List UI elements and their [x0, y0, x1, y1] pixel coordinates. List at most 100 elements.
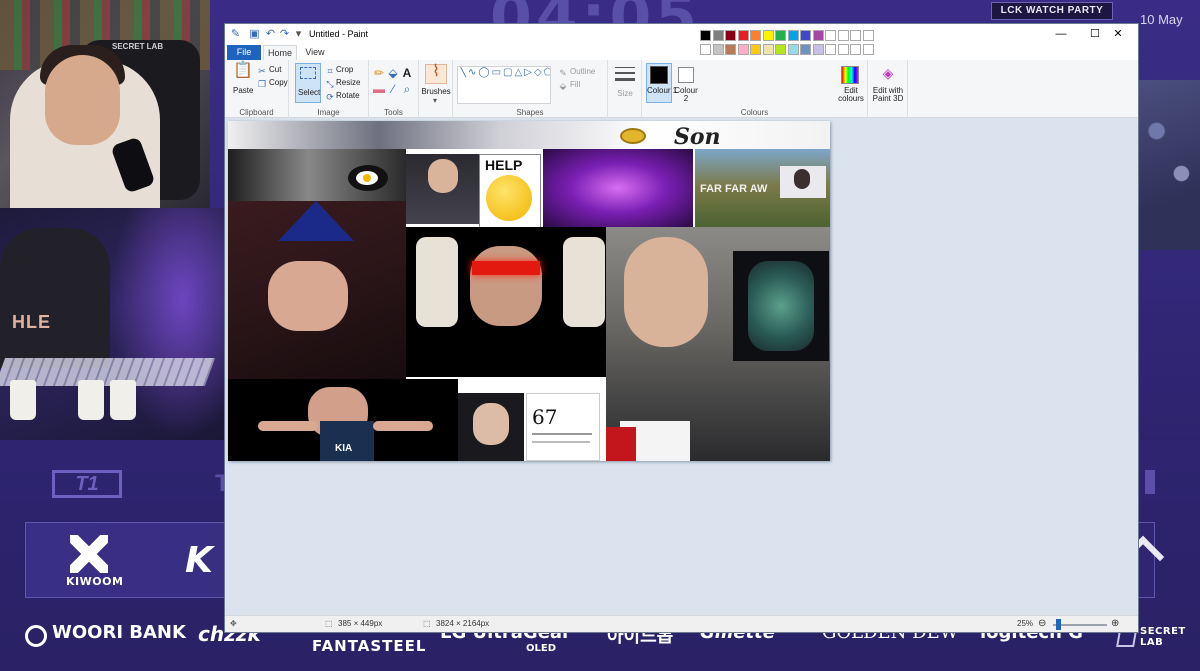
palette-swatch[interactable]: [775, 44, 786, 55]
palette-swatch[interactable]: [850, 44, 861, 55]
clipboard-group: 📋 Paste ✂ Cut ❐ Copy Clipboard: [225, 60, 289, 118]
undo-icon[interactable]: ↶: [265, 29, 276, 40]
cut-button[interactable]: Cut: [269, 65, 281, 74]
minimize-button[interactable]: —: [1044, 24, 1078, 45]
palette-swatch[interactable]: [825, 44, 836, 55]
palette-swatch[interactable]: [800, 44, 811, 55]
zoom-out-button[interactable]: ⊖: [1038, 618, 1046, 629]
edit-colours-button[interactable]: Edit colours: [836, 87, 866, 103]
palette-swatch[interactable]: [700, 30, 711, 41]
palette-swatch[interactable]: [750, 44, 761, 55]
sponsor-fantasteel: FANTASTEEL: [312, 637, 427, 655]
redo-icon[interactable]: ↷: [279, 29, 290, 40]
selection-size-icon: ⬚: [325, 619, 333, 628]
text-tool-icon[interactable]: A: [401, 66, 413, 80]
palette-swatch[interactable]: [812, 30, 824, 41]
tab-view[interactable]: View: [301, 45, 329, 60]
quick-access-dropdown-icon[interactable]: ▾: [293, 29, 304, 40]
paint3d-button[interactable]: Edit with Paint 3D: [868, 87, 908, 103]
sad-emoji-icon: [486, 175, 532, 221]
player-face: [428, 159, 458, 193]
rotate-icon[interactable]: ⟳: [325, 90, 335, 104]
palette-swatch[interactable]: [837, 30, 849, 41]
palette-swatch[interactable]: [787, 30, 799, 41]
cut-icon[interactable]: ✂: [257, 64, 267, 78]
magnifier-icon[interactable]: ⌕: [401, 82, 413, 96]
drink-cup: [110, 380, 136, 420]
outline-button[interactable]: Outline: [570, 67, 595, 76]
palette-swatch[interactable]: [737, 30, 749, 41]
egg-yolk: [363, 174, 371, 182]
drawing-canvas[interactable]: Son HELP FAR FAR AW KIA 67: [228, 121, 830, 461]
kiwoom-label: KIWOOM: [66, 575, 124, 588]
ribbon-tabs: File Home View: [225, 45, 1138, 60]
sponsor-woori: WOORI BANK: [52, 622, 186, 643]
paste-icon[interactable]: 📋: [233, 63, 253, 79]
zoom-in-button[interactable]: ⊕: [1111, 618, 1119, 629]
palette-swatch[interactable]: [712, 44, 724, 55]
canvas-workspace[interactable]: Son HELP FAR FAR AW KIA 67: [225, 119, 1138, 615]
ribbon: 📋 Paste ✂ Cut ❐ Copy Clipboard Image Sel…: [225, 60, 1138, 118]
edit-colours-icon[interactable]: [841, 66, 859, 84]
rotate-button[interactable]: Rotate: [336, 91, 360, 100]
zoom-slider[interactable]: [1053, 624, 1107, 626]
palette-swatch[interactable]: [762, 30, 774, 41]
sponsor-secretlab: SECRET LAB: [1140, 626, 1186, 648]
crop-icon[interactable]: ⌗: [325, 64, 335, 78]
save-icon[interactable]: ▣: [249, 29, 260, 40]
paste-button[interactable]: Paste: [233, 86, 253, 95]
status-bar: ✥ ⬚ 385 × 449px ⬚ 3824 × 2164px 25% ⊖ ⊕: [225, 615, 1138, 632]
size-button[interactable]: Size: [608, 89, 642, 98]
palette-swatch[interactable]: [725, 30, 736, 41]
far-far-away-text: FAR FAR AW: [700, 183, 768, 195]
long-arm-right: [373, 421, 433, 431]
watch-party-badge: LCK WATCH PARTY: [991, 2, 1113, 20]
palette-swatch[interactable]: [737, 44, 749, 55]
brushes-dropdown-icon[interactable]: ▾: [433, 96, 437, 105]
paint3d-icon[interactable]: ◈: [880, 66, 896, 80]
scoreboard-edge: [1145, 470, 1155, 494]
palette-swatch[interactable]: [862, 44, 874, 55]
palette-swatch[interactable]: [800, 30, 811, 41]
title-bar[interactable]: ✎ ▣ ↶ ↷ ▾ Untitled - Paint — ☐ ✕: [225, 24, 1138, 45]
copy-button[interactable]: Copy: [269, 78, 288, 87]
palette-swatch[interactable]: [837, 44, 849, 55]
small-portrait-head: [794, 169, 810, 189]
zoom-slider-thumb[interactable]: [1056, 619, 1061, 630]
resize-button[interactable]: Resize: [336, 78, 360, 87]
palette-swatch[interactable]: [775, 30, 786, 41]
canvas-size-icon: ⬚: [423, 619, 431, 628]
resize-icon[interactable]: ⤡: [325, 77, 335, 91]
palette-swatch[interactable]: [862, 30, 874, 41]
palette-swatch[interactable]: [712, 30, 724, 41]
definition-number: 67: [532, 405, 558, 429]
close-button[interactable]: ✕: [1098, 24, 1138, 45]
palette-swatch[interactable]: [825, 30, 836, 41]
pencil-icon[interactable]: ✏: [373, 66, 385, 80]
brushes-button[interactable]: Brushes: [419, 87, 453, 96]
crop-button[interactable]: Crop: [336, 65, 353, 74]
size-line-thick: [615, 78, 635, 81]
palette-swatch[interactable]: [787, 44, 799, 55]
select-label: Select: [298, 88, 321, 97]
banner-text: Son: [674, 124, 721, 150]
tab-home[interactable]: Home: [263, 45, 297, 60]
palette-swatch[interactable]: [812, 44, 824, 55]
palette-swatch[interactable]: [725, 44, 736, 55]
colour2-button[interactable]: [678, 67, 694, 83]
fill-bucket-icon[interactable]: ⬙: [387, 66, 399, 80]
brush-icon[interactable]: ⌇: [425, 64, 447, 84]
shapes-gallery[interactable]: ╲∿◯▭▢△▷◇⬠⬡→⇦⇧⇩✦☆✶▱◔✱⌂♡⚡: [457, 66, 551, 104]
color-picker-icon[interactable]: ⁄: [387, 82, 399, 96]
palette-swatch[interactable]: [700, 44, 711, 55]
fill-button[interactable]: Fill: [570, 80, 580, 89]
eraser-icon[interactable]: ▬: [373, 82, 385, 96]
copy-icon[interactable]: ❐: [257, 77, 267, 91]
size-line-medium: [615, 72, 635, 74]
palette-swatch[interactable]: [850, 30, 861, 41]
palette-swatch[interactable]: [750, 30, 761, 41]
coin-icon: [620, 128, 646, 144]
palette-swatch[interactable]: [762, 44, 774, 55]
tools-label: Tools: [384, 108, 403, 117]
tab-file[interactable]: File: [227, 45, 261, 60]
